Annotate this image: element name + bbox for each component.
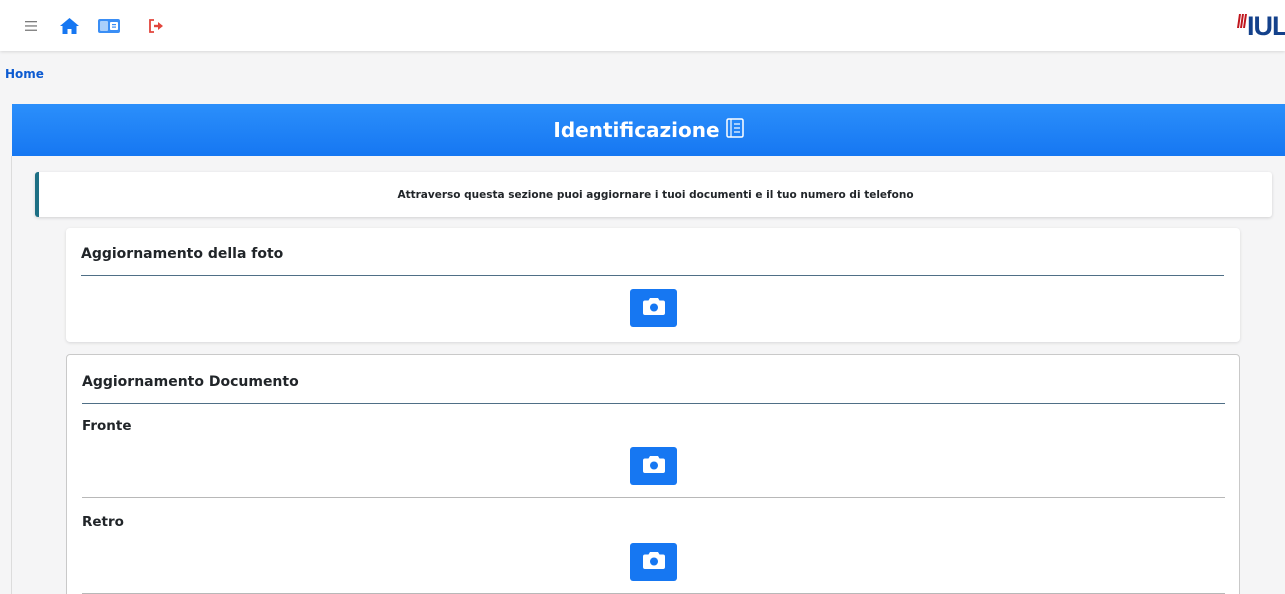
document-section-divider [82,403,1225,404]
left-divider [11,156,12,594]
page-header: Identificazione [12,104,1285,156]
iul-logo[interactable]: IUL [1237,10,1285,41]
camera-icon [642,455,665,477]
document-section-title: Aggiornamento Documento [82,374,299,390]
logo-text: IUL [1247,10,1285,41]
menu-icon[interactable] [22,16,40,36]
camera-icon [642,551,665,573]
page-title: Identificazione [553,118,720,142]
id-card-icon[interactable] [96,16,122,36]
home-icon[interactable] [58,16,80,36]
photo-camera-button[interactable] [630,289,677,327]
info-text: Attraverso questa sezione puoi aggiornar… [397,188,914,201]
front-label: Fronte [82,418,132,434]
logout-icon[interactable] [146,16,166,36]
front-divider [82,497,1225,498]
front-camera-button[interactable] [630,447,677,485]
back-camera-button[interactable] [630,543,677,581]
logo-stripes [1237,14,1247,38]
photo-section-title: Aggiornamento della foto [81,246,284,262]
breadcrumb-home[interactable]: Home [5,67,44,81]
photo-update-card: Aggiornamento della foto [66,228,1240,342]
info-callout: Attraverso questa sezione puoi aggiornar… [35,172,1272,217]
photo-section-divider [81,275,1224,276]
book-icon [725,117,744,143]
document-update-card: Aggiornamento Documento Fronte Retro [66,354,1240,594]
top-navbar: IUL [0,0,1285,51]
camera-icon [642,297,665,319]
back-label: Retro [82,514,124,530]
